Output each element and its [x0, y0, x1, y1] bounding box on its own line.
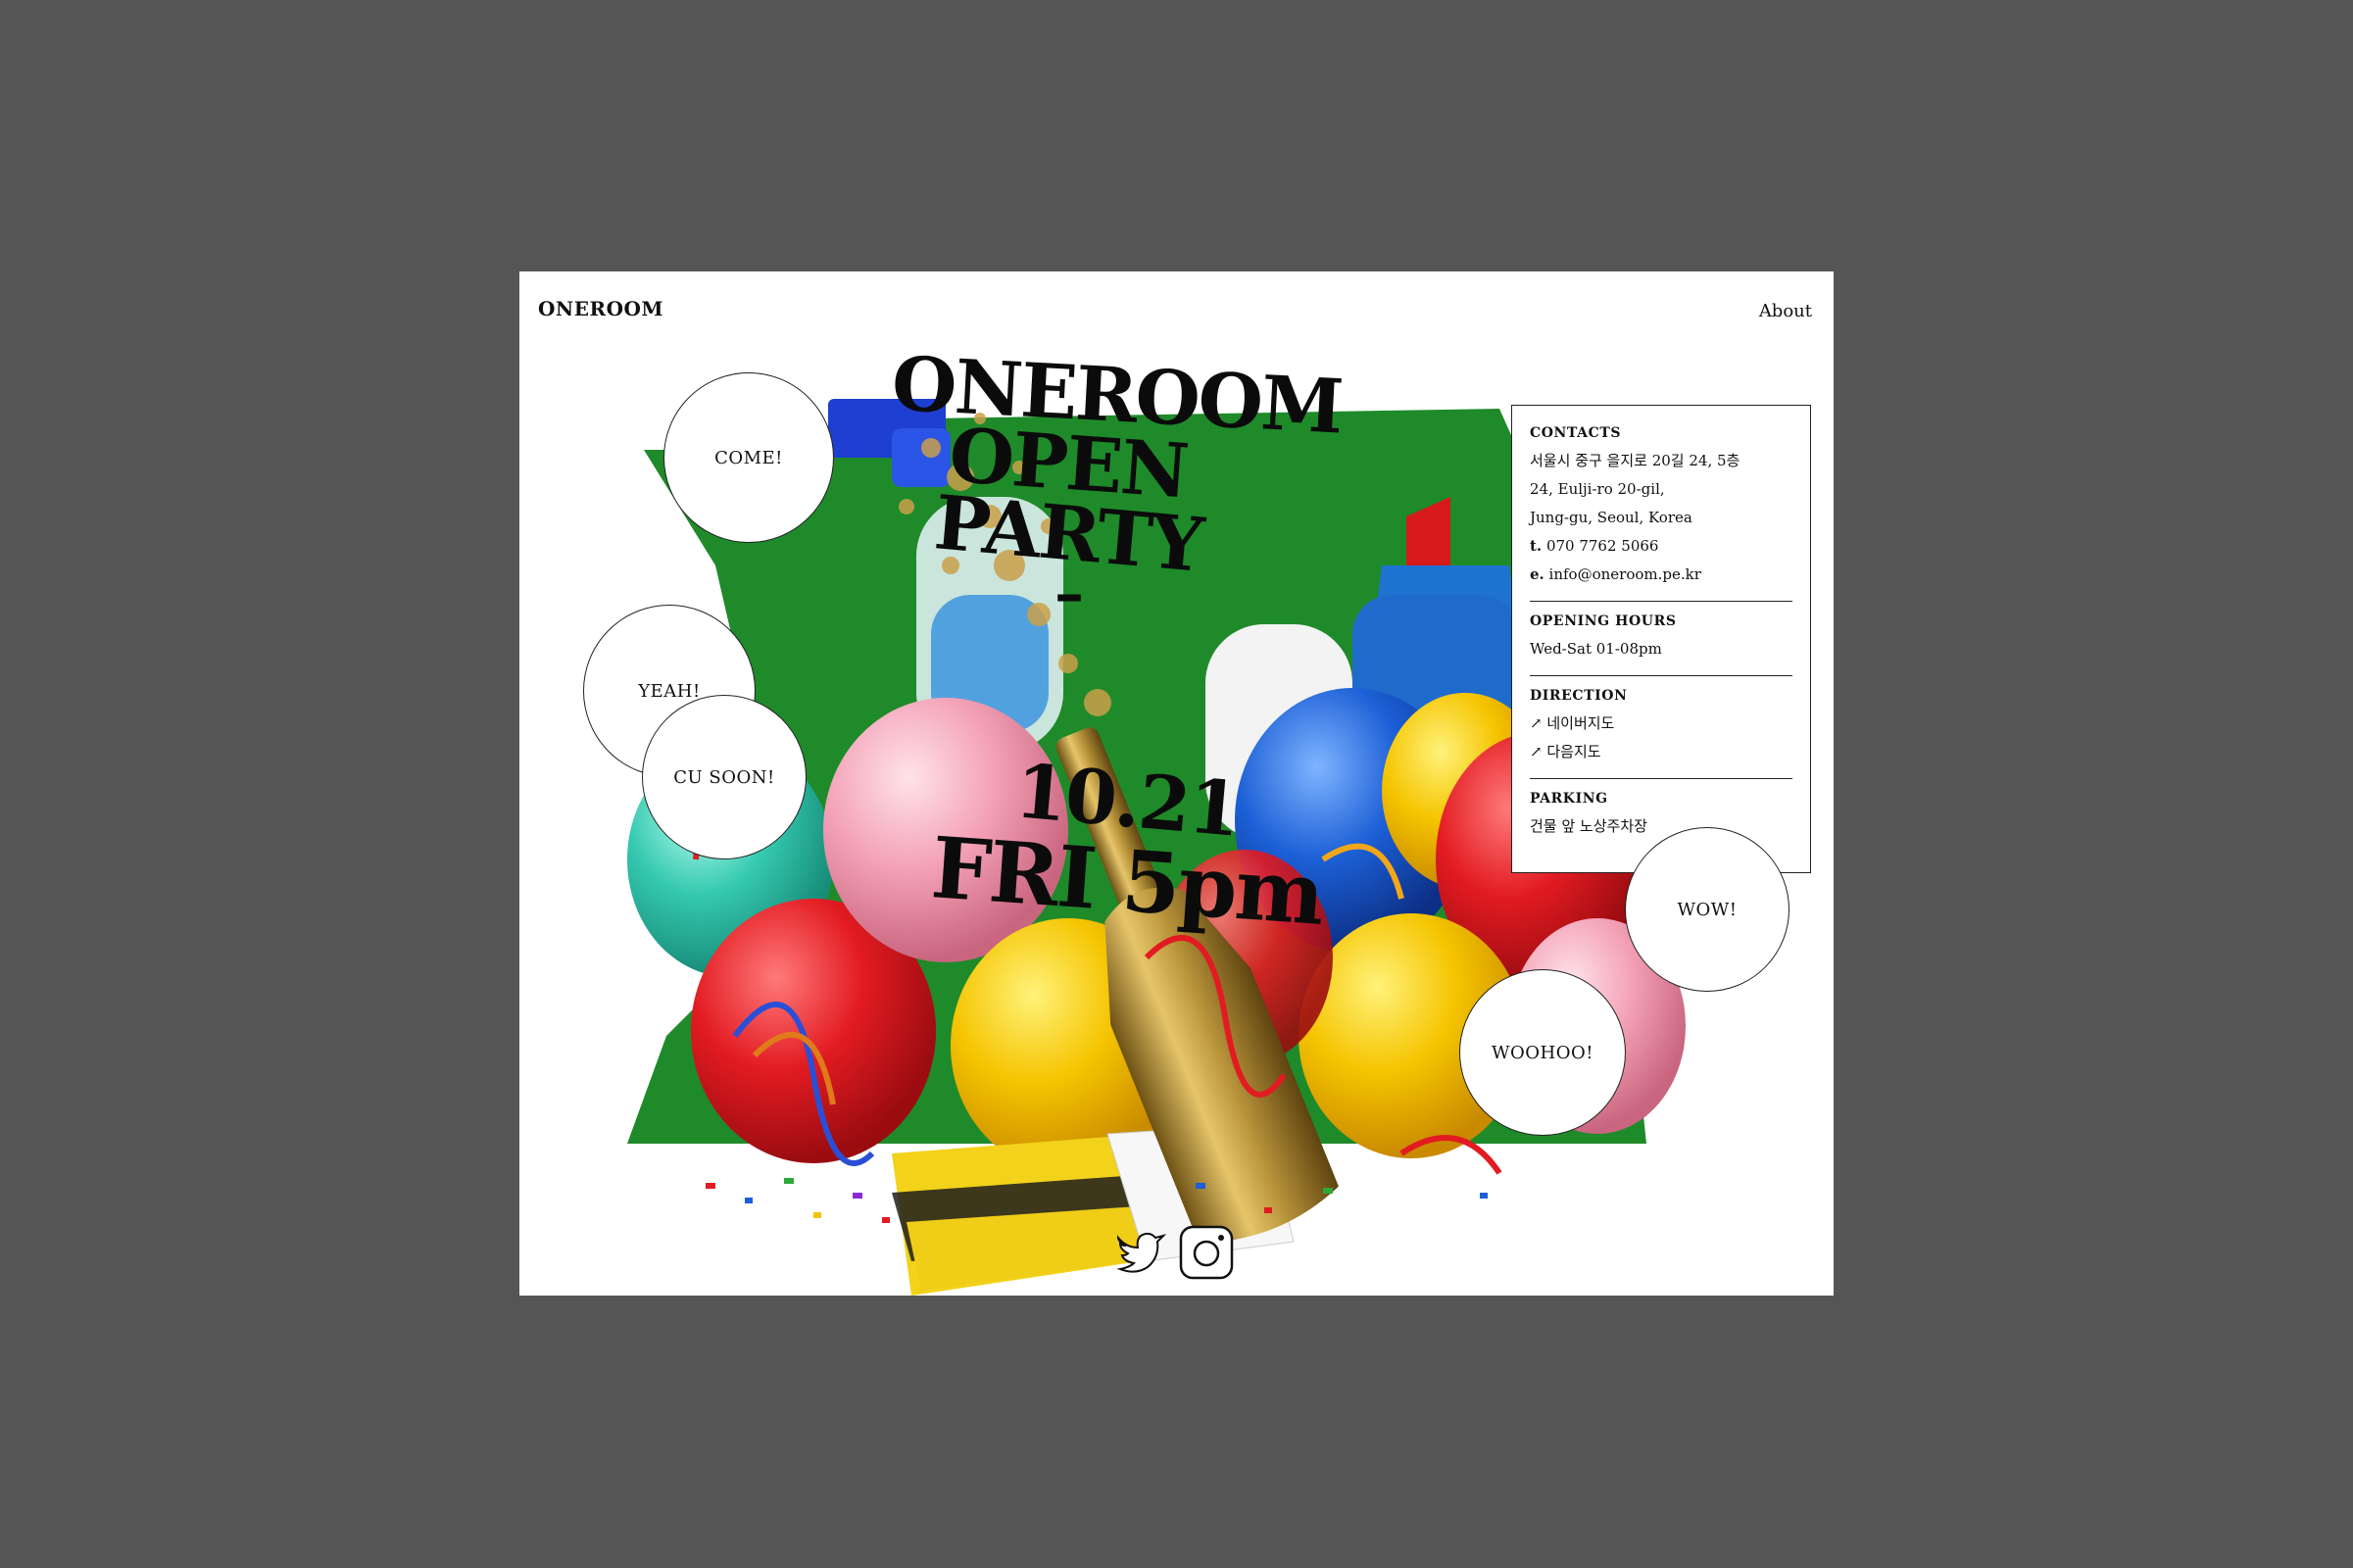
bubble-woohoo: WOOHOO!	[1459, 969, 1626, 1136]
bubble-come: COME!	[663, 372, 834, 543]
link-arrow-icon: ↗	[1530, 743, 1543, 760]
site-logo[interactable]: ONEROOM	[538, 297, 663, 320]
bubble-cu-soon: CU SOON!	[642, 695, 807, 859]
naver-map-link[interactable]: ↗ 네이버지도	[1530, 710, 1792, 738]
parking-heading: PARKING	[1530, 791, 1608, 807]
instagram-icon[interactable]	[1178, 1224, 1235, 1285]
twitter-bird-icon[interactable]	[1112, 1224, 1167, 1283]
event-date: 10.21 FRI 5pm	[928, 747, 1326, 945]
direction-heading: DIRECTION	[1530, 688, 1628, 704]
email-prefix: e.	[1530, 565, 1544, 583]
hours-value: Wed-Sat 01-08pm	[1530, 640, 1662, 658]
address-english-1: 24, Eulji-ro 20-gil,	[1530, 480, 1665, 498]
event-day-time: FRI 5pm	[928, 818, 1326, 945]
daum-map-link[interactable]: ↗ 다음지도	[1530, 738, 1792, 766]
address-english-2: Jung-gu, Seoul, Korea	[1530, 509, 1692, 526]
contacts-heading: CONTACTS	[1530, 425, 1622, 441]
poster-card: ONEROOM About ONEROOM OPEN PARTY – 10.21…	[519, 271, 1834, 1296]
phone-line: t. 070 7762 5066	[1530, 532, 1792, 561]
contacts-section: CONTACTS 서울시 중구 을지로 20길 24, 5층 24, Eulji…	[1530, 425, 1792, 602]
link-arrow-icon: ↗	[1530, 714, 1543, 732]
bubble-wow: WOW!	[1625, 827, 1789, 992]
email-line: e. info@oneroom.pe.kr	[1530, 561, 1792, 589]
info-panel: CONTACTS 서울시 중구 을지로 20길 24, 5층 24, Eulji…	[1511, 405, 1811, 873]
event-title: ONEROOM OPEN PARTY –	[890, 340, 1344, 623]
parking-value: 건물 앞 노상주차장	[1530, 817, 1647, 835]
hours-heading: OPENING HOURS	[1530, 613, 1677, 629]
address-korean: 서울시 중구 을지로 20길 24, 5층	[1530, 452, 1740, 469]
daum-map-label: 다음지도	[1546, 743, 1601, 760]
hours-section: OPENING HOURS Wed-Sat 01-08pm	[1530, 613, 1792, 676]
phone-number[interactable]: 070 7762 5066	[1546, 537, 1659, 555]
phone-prefix: t.	[1530, 537, 1543, 555]
nav-about-link[interactable]: About	[1759, 301, 1812, 321]
naver-map-label: 네이버지도	[1546, 714, 1615, 732]
email-address[interactable]: info@oneroom.pe.kr	[1549, 565, 1701, 583]
direction-section: DIRECTION ↗ 네이버지도 ↗ 다음지도	[1530, 688, 1792, 779]
